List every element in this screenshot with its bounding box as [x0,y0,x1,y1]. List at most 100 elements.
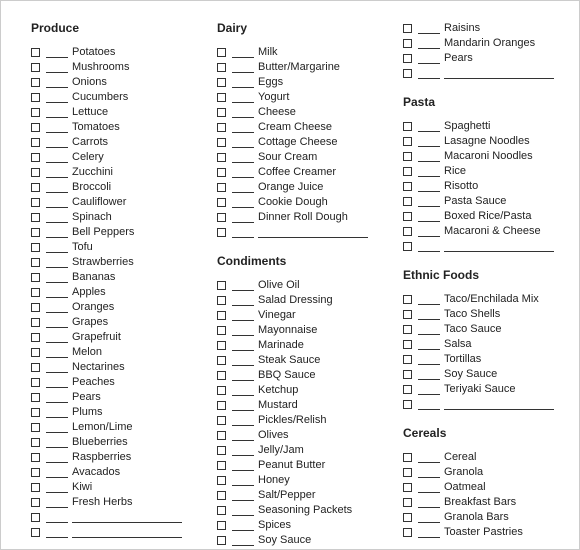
checkbox[interactable] [217,416,226,425]
quantity-field[interactable] [46,108,68,118]
checkbox[interactable] [31,228,40,237]
checkbox[interactable] [31,123,40,132]
checkbox[interactable] [31,438,40,447]
quantity-field[interactable] [418,453,440,463]
quantity-field[interactable] [418,498,440,508]
quantity-field[interactable] [46,213,68,223]
checkbox[interactable] [403,498,412,507]
checkbox[interactable] [403,152,412,161]
checkbox[interactable] [403,24,412,33]
quantity-field[interactable] [418,295,440,305]
quantity-field[interactable] [46,198,68,208]
checkbox[interactable] [403,295,412,304]
quantity-field[interactable] [418,152,440,162]
checkbox[interactable] [31,198,40,207]
checkbox[interactable] [217,431,226,440]
quantity-field[interactable] [232,506,254,516]
quantity-field[interactable] [418,69,440,79]
quantity-field[interactable] [418,528,440,538]
checkbox[interactable] [217,476,226,485]
quantity-field[interactable] [418,122,440,132]
write-in-line[interactable] [258,228,368,238]
checkbox[interactable] [31,528,40,537]
quantity-field[interactable] [232,326,254,336]
checkbox[interactable] [217,326,226,335]
checkbox[interactable] [31,243,40,252]
quantity-field[interactable] [46,483,68,493]
quantity-field[interactable] [46,78,68,88]
quantity-field[interactable] [418,54,440,64]
quantity-field[interactable] [232,341,254,351]
quantity-field[interactable] [232,356,254,366]
quantity-field[interactable] [232,491,254,501]
checkbox[interactable] [217,48,226,57]
checkbox[interactable] [31,273,40,282]
checkbox[interactable] [403,528,412,537]
checkbox[interactable] [217,93,226,102]
checkbox[interactable] [217,371,226,380]
quantity-field[interactable] [232,153,254,163]
checkbox[interactable] [31,303,40,312]
checkbox[interactable] [217,153,226,162]
quantity-field[interactable] [232,521,254,531]
quantity-field[interactable] [232,198,254,208]
checkbox[interactable] [31,213,40,222]
quantity-field[interactable] [46,228,68,238]
quantity-field[interactable] [418,483,440,493]
checkbox[interactable] [217,506,226,515]
checkbox[interactable] [403,310,412,319]
checkbox[interactable] [31,453,40,462]
checkbox[interactable] [403,513,412,522]
checkbox[interactable] [31,78,40,87]
checkbox[interactable] [217,461,226,470]
quantity-field[interactable] [46,333,68,343]
quantity-field[interactable] [232,296,254,306]
checkbox[interactable] [217,168,226,177]
checkbox[interactable] [217,228,226,237]
checkbox[interactable] [403,370,412,379]
checkbox[interactable] [31,108,40,117]
quantity-field[interactable] [46,183,68,193]
quantity-field[interactable] [232,461,254,471]
checkbox[interactable] [403,167,412,176]
quantity-field[interactable] [418,197,440,207]
checkbox[interactable] [217,311,226,320]
quantity-field[interactable] [46,48,68,58]
checkbox[interactable] [31,408,40,417]
quantity-field[interactable] [46,123,68,133]
checkbox[interactable] [403,69,412,78]
checkbox[interactable] [403,483,412,492]
quantity-field[interactable] [46,93,68,103]
checkbox[interactable] [403,355,412,364]
checkbox[interactable] [31,393,40,402]
quantity-field[interactable] [232,138,254,148]
quantity-field[interactable] [46,138,68,148]
checkbox[interactable] [217,281,226,290]
quantity-field[interactable] [232,311,254,321]
checkbox[interactable] [31,183,40,192]
checkbox[interactable] [403,340,412,349]
checkbox[interactable] [217,521,226,530]
quantity-field[interactable] [46,153,68,163]
checkbox[interactable] [403,182,412,191]
checkbox[interactable] [31,423,40,432]
write-in-line[interactable] [444,400,554,410]
checkbox[interactable] [217,183,226,192]
quantity-field[interactable] [418,137,440,147]
quantity-field[interactable] [46,318,68,328]
checkbox[interactable] [217,341,226,350]
checkbox[interactable] [31,138,40,147]
quantity-field[interactable] [418,400,440,410]
quantity-field[interactable] [232,63,254,73]
quantity-field[interactable] [46,393,68,403]
quantity-field[interactable] [418,385,440,395]
checkbox[interactable] [217,108,226,117]
quantity-field[interactable] [418,212,440,222]
quantity-field[interactable] [46,468,68,478]
checkbox[interactable] [31,468,40,477]
quantity-field[interactable] [418,182,440,192]
checkbox[interactable] [31,258,40,267]
quantity-field[interactable] [46,168,68,178]
quantity-field[interactable] [232,123,254,133]
checkbox[interactable] [403,453,412,462]
